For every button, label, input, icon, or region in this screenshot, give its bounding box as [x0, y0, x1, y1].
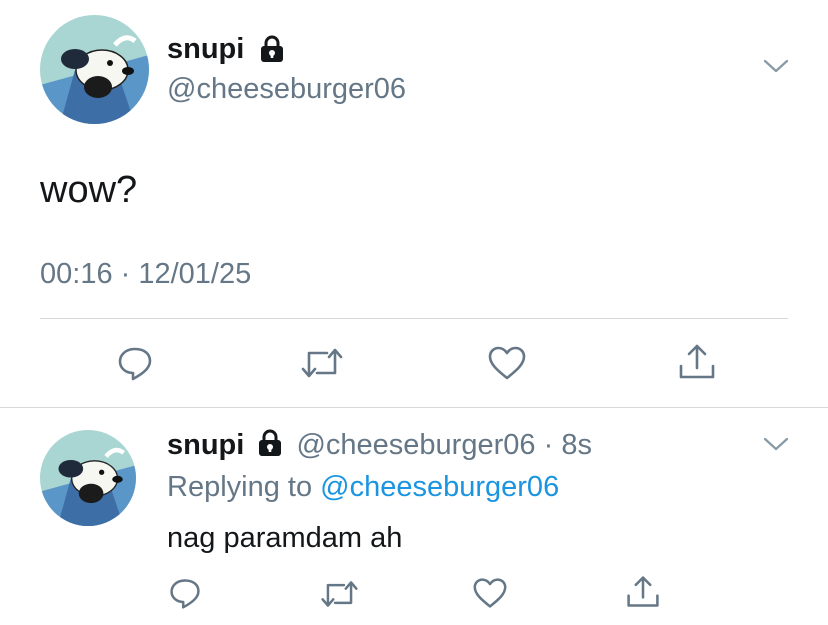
- display-name[interactable]: snupi: [167, 429, 244, 461]
- reply-header: snupi @cheeseburger06 · 8s: [167, 428, 592, 462]
- reply-icon[interactable]: [168, 576, 202, 610]
- user-handle[interactable]: @cheeseburger06: [296, 429, 535, 461]
- like-icon[interactable]: [472, 576, 508, 610]
- avatar[interactable]: [40, 430, 136, 526]
- retweet-icon[interactable]: [299, 345, 345, 381]
- separator-dot: ·: [543, 429, 554, 461]
- user-handle[interactable]: @cheeseburger06: [167, 72, 406, 106]
- share-icon[interactable]: [625, 574, 661, 610]
- retweet-icon[interactable]: [319, 578, 360, 610]
- chevron-down-icon[interactable]: [763, 436, 789, 452]
- reply-icon[interactable]: [116, 344, 154, 382]
- replying-to-label: Replying to: [167, 471, 313, 503]
- lock-icon: [258, 35, 286, 63]
- share-icon[interactable]: [677, 342, 717, 382]
- divider: [0, 407, 828, 408]
- display-name[interactable]: snupi: [167, 32, 244, 66]
- like-icon[interactable]: [487, 344, 527, 382]
- replying-to-handle[interactable]: @cheeseburger06: [320, 471, 559, 503]
- tweet-text: wow?: [40, 169, 138, 211]
- chevron-down-icon[interactable]: [763, 58, 789, 74]
- replying-to: Replying to @cheeseburger06: [167, 470, 559, 504]
- lock-icon: [256, 429, 284, 457]
- avatar[interactable]: [40, 15, 149, 124]
- divider: [40, 318, 788, 319]
- time-ago[interactable]: 8s: [561, 429, 592, 461]
- tweet-timestamp[interactable]: 00:16 · 12/01/25: [40, 257, 251, 291]
- reply-text: nag paramdam ah: [167, 522, 403, 554]
